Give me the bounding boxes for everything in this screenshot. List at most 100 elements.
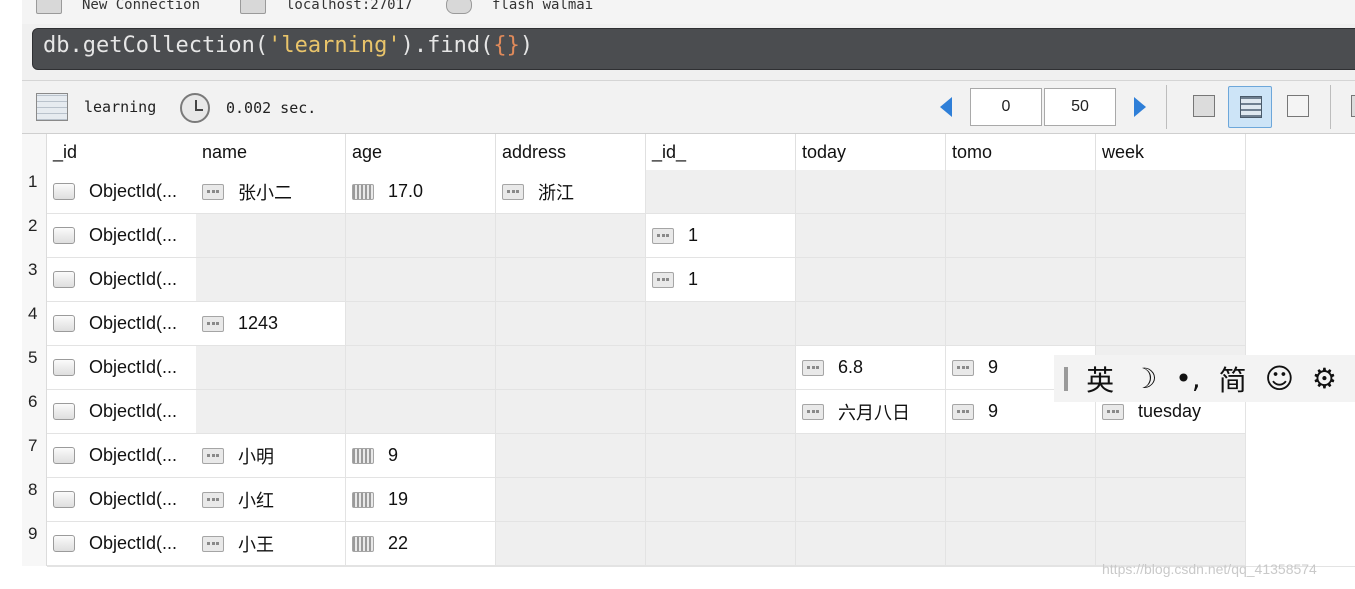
table-cell[interactable]: 22 [346, 522, 496, 566]
query-editor[interactable]: db.getCollection('learning').find({}) [32, 28, 1355, 70]
table-cell[interactable]: 小王 [196, 522, 346, 566]
table-cell[interactable] [1096, 214, 1246, 258]
column-header[interactable]: tomo [946, 134, 1096, 170]
table-cell[interactable] [646, 302, 796, 346]
table-cell[interactable] [1096, 170, 1246, 214]
table-cell[interactable] [646, 170, 796, 214]
column-header[interactable]: age [346, 134, 496, 170]
table-cell[interactable] [496, 522, 646, 566]
table-cell[interactable] [946, 302, 1096, 346]
ime-punctuation-toggle[interactable]: •, [1175, 362, 1200, 395]
table-cell[interactable] [346, 258, 496, 302]
table-cell[interactable] [796, 522, 946, 566]
connection-tab[interactable]: New Connection [36, 0, 200, 16]
column-header[interactable]: today [796, 134, 946, 170]
table-cell[interactable] [346, 346, 496, 390]
ime-simplified-toggle[interactable]: 简 [1219, 359, 1247, 399]
host-tab[interactable]: localhost:27017 [240, 0, 412, 16]
table-cell[interactable] [796, 214, 946, 258]
table-cell[interactable] [946, 170, 1096, 214]
table-cell[interactable]: 17.0 [346, 170, 496, 214]
prev-page-icon[interactable] [940, 97, 952, 117]
table-cell[interactable] [1096, 302, 1246, 346]
table-cell[interactable] [1096, 258, 1246, 302]
table-cell[interactable]: ObjectId(... [47, 258, 197, 302]
table-cell[interactable] [646, 522, 796, 566]
table-cell[interactable] [196, 258, 346, 302]
table-cell[interactable]: ObjectId(... [47, 302, 197, 346]
table-cell[interactable] [946, 522, 1096, 566]
cell-value: 9 [988, 401, 999, 421]
table-view-button[interactable] [1228, 86, 1272, 128]
column-header[interactable]: address [496, 134, 646, 170]
table-cell[interactable] [796, 170, 946, 214]
skip-input[interactable] [970, 88, 1042, 126]
table-cell[interactable] [496, 302, 646, 346]
table-cell[interactable] [196, 390, 346, 434]
database-tab[interactable]: flash walmai [446, 0, 593, 16]
table-cell[interactable] [496, 434, 646, 478]
table-cell[interactable]: 19 [346, 478, 496, 522]
table-cell[interactable] [346, 214, 496, 258]
table-cell[interactable]: ObjectId(... [47, 214, 197, 258]
table-cell[interactable]: 1 [646, 258, 796, 302]
next-page-icon[interactable] [1134, 97, 1146, 117]
limit-input[interactable] [1044, 88, 1116, 126]
table-cell[interactable] [796, 434, 946, 478]
table-cell[interactable]: ObjectId(... [47, 478, 197, 522]
tree-view-button[interactable] [1182, 86, 1226, 128]
ime-language-toggle[interactable]: 英 [1086, 359, 1114, 399]
table-cell[interactable] [646, 478, 796, 522]
table-cell[interactable] [946, 258, 1096, 302]
text-view-button[interactable] [1276, 86, 1320, 128]
table-cell[interactable] [796, 258, 946, 302]
table-cell[interactable] [1096, 478, 1246, 522]
object-id-icon [53, 271, 75, 288]
table-cell[interactable] [646, 390, 796, 434]
table-cell[interactable]: ObjectId(... [47, 346, 197, 390]
column-header[interactable]: name [196, 134, 346, 170]
table-cell[interactable]: ObjectId(... [47, 434, 197, 478]
table-cell[interactable]: 1 [646, 214, 796, 258]
table-cell[interactable]: 1243 [196, 302, 346, 346]
ime-emoji-icon[interactable]: ☺ [1265, 362, 1294, 395]
table-cell[interactable]: ObjectId(... [47, 390, 197, 434]
table-cell[interactable]: 9 [346, 434, 496, 478]
table-cell[interactable] [496, 214, 646, 258]
table-cell[interactable] [346, 302, 496, 346]
table-cell[interactable] [796, 478, 946, 522]
table-cell[interactable]: 浙江 [496, 170, 646, 214]
table-cell[interactable]: 张小二 [196, 170, 346, 214]
column-header[interactable]: week [1096, 134, 1246, 170]
table-cell[interactable] [496, 478, 646, 522]
ime-moon-icon[interactable]: ☽ [1132, 362, 1157, 395]
table-cell[interactable] [196, 214, 346, 258]
clock-icon [180, 93, 210, 123]
column-header[interactable]: _id [47, 134, 197, 170]
table-cell[interactable] [946, 214, 1096, 258]
ime-grip-handle[interactable] [1064, 366, 1069, 391]
table-cell[interactable] [496, 258, 646, 302]
table-cell[interactable]: 6.8 [796, 346, 946, 390]
table-cell[interactable] [1096, 434, 1246, 478]
table-cell[interactable]: 六月八日 [796, 390, 946, 434]
table-cell[interactable]: 小红 [196, 478, 346, 522]
table-cell[interactable] [946, 434, 1096, 478]
more-button[interactable] [1340, 86, 1355, 128]
table-cell[interactable]: ObjectId(... [47, 170, 197, 214]
cell-value: ObjectId(... [89, 357, 178, 377]
table-cell[interactable] [646, 434, 796, 478]
table-cell[interactable] [196, 346, 346, 390]
column-header[interactable]: _id_ [646, 134, 796, 170]
tree-view-icon [1193, 95, 1215, 117]
table-cell[interactable] [796, 302, 946, 346]
table-cell[interactable] [496, 346, 646, 390]
table-cell[interactable] [346, 390, 496, 434]
table-cell[interactable] [646, 346, 796, 390]
table-cell[interactable] [496, 390, 646, 434]
table-cell[interactable] [1096, 522, 1246, 566]
table-cell[interactable] [946, 478, 1096, 522]
ime-gear-icon[interactable]: ⚙ [1312, 362, 1337, 395]
table-cell[interactable]: 小明 [196, 434, 346, 478]
table-cell[interactable]: ObjectId(... [47, 522, 197, 566]
